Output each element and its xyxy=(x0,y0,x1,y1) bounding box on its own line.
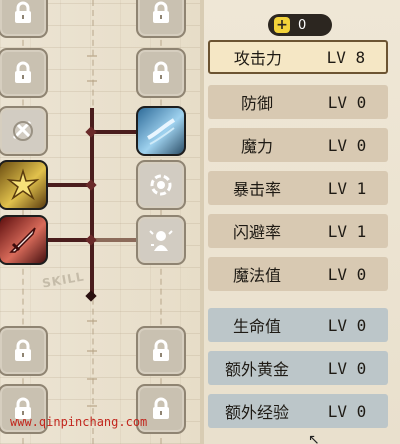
skill-slot-gold-power[interactable] xyxy=(0,160,48,210)
lock-icon xyxy=(153,397,169,419)
cursor-icon: ↖ xyxy=(308,432,320,444)
stat-level: LV 0 xyxy=(327,92,367,112)
stat-level: LV 0 xyxy=(327,358,367,378)
stat-row-crit-rate[interactable]: 暴击率 LV 1 xyxy=(208,171,388,205)
skill-points-counter: + 0 xyxy=(268,14,332,36)
sparkle-figure-icon xyxy=(149,230,173,251)
swirl-icon xyxy=(150,174,172,196)
stat-row-extra-gold[interactable]: 额外黄金 LV 0 xyxy=(208,351,388,385)
skill-screen: SKILL www.qinpinchang.com + 0 攻击力 LV 8 防… xyxy=(0,0,400,444)
stat-row-health[interactable]: 生命值 LV 0 xyxy=(208,308,388,342)
skill-slot-unlearned[interactable] xyxy=(136,160,186,210)
watermark-text: www.qinpinchang.com xyxy=(10,415,148,429)
stat-name: 闪避率 xyxy=(232,223,281,242)
stat-row-magic[interactable]: 魔力 LV 0 xyxy=(208,128,388,162)
skill-label: SKILL xyxy=(41,269,86,291)
lock-icon xyxy=(153,1,169,23)
branch-node xyxy=(85,126,97,138)
stat-level: LV 1 xyxy=(327,178,367,198)
skill-branch-line xyxy=(92,130,140,134)
stat-name: 额外黄金 xyxy=(224,360,289,379)
skill-slot-locked[interactable] xyxy=(136,0,186,38)
lock-icon xyxy=(153,339,169,361)
stat-name: 攻击力 xyxy=(233,49,282,68)
branch-node xyxy=(85,179,97,191)
skill-points-value: 0 xyxy=(298,17,307,33)
stat-row-defense[interactable]: 防御 LV 0 xyxy=(208,85,388,119)
stat-row-dodge-rate[interactable]: 闪避率 LV 1 xyxy=(208,214,388,248)
skill-branch-line xyxy=(92,238,138,242)
wind-slash-icon xyxy=(147,118,176,145)
branch-end-node xyxy=(85,290,97,302)
stat-name: 防御 xyxy=(240,94,273,113)
lock-icon xyxy=(15,61,31,83)
plus-icon[interactable]: + xyxy=(274,17,290,33)
skill-slot-wind-slash[interactable] xyxy=(136,106,186,156)
sword-icon xyxy=(9,227,36,253)
stat-name: 额外经验 xyxy=(224,403,289,422)
stat-level: LV 0 xyxy=(327,401,367,421)
skill-slot-unlearned[interactable] xyxy=(136,215,186,265)
skill-tree-panel: SKILL www.qinpinchang.com xyxy=(0,0,200,444)
golden-burst-icon xyxy=(6,168,40,201)
stat-name: 魔力 xyxy=(240,137,273,156)
skill-slot-locked[interactable] xyxy=(0,48,48,98)
skill-slot-unlearned[interactable] xyxy=(0,106,48,156)
stat-level: LV 8 xyxy=(326,47,366,67)
stat-name: 暴击率 xyxy=(232,180,281,199)
skill-slot-locked[interactable] xyxy=(0,0,48,38)
silhouette-skill-icon xyxy=(12,120,33,141)
branch-node xyxy=(85,234,97,246)
stat-level: LV 1 xyxy=(327,221,367,241)
stat-row-extra-exp[interactable]: 额外经验 LV 0 xyxy=(208,394,388,428)
stat-row-attack[interactable]: 攻击力 LV 8 xyxy=(208,40,388,74)
lock-icon xyxy=(153,61,169,83)
lock-icon xyxy=(15,339,31,361)
stat-name: 魔法值 xyxy=(232,266,281,285)
skill-slot-locked[interactable] xyxy=(136,48,186,98)
stat-name: 生命值 xyxy=(232,317,281,336)
skill-slot-locked[interactable] xyxy=(0,326,48,376)
skill-slot-red-sword[interactable] xyxy=(0,215,48,265)
skill-slot-locked[interactable] xyxy=(136,326,186,376)
stat-level: LV 0 xyxy=(327,135,367,155)
stat-row-mana[interactable]: 魔法值 LV 0 xyxy=(208,257,388,291)
stat-level: LV 0 xyxy=(327,264,367,284)
lock-icon xyxy=(15,1,31,23)
stat-level: LV 0 xyxy=(327,315,367,335)
